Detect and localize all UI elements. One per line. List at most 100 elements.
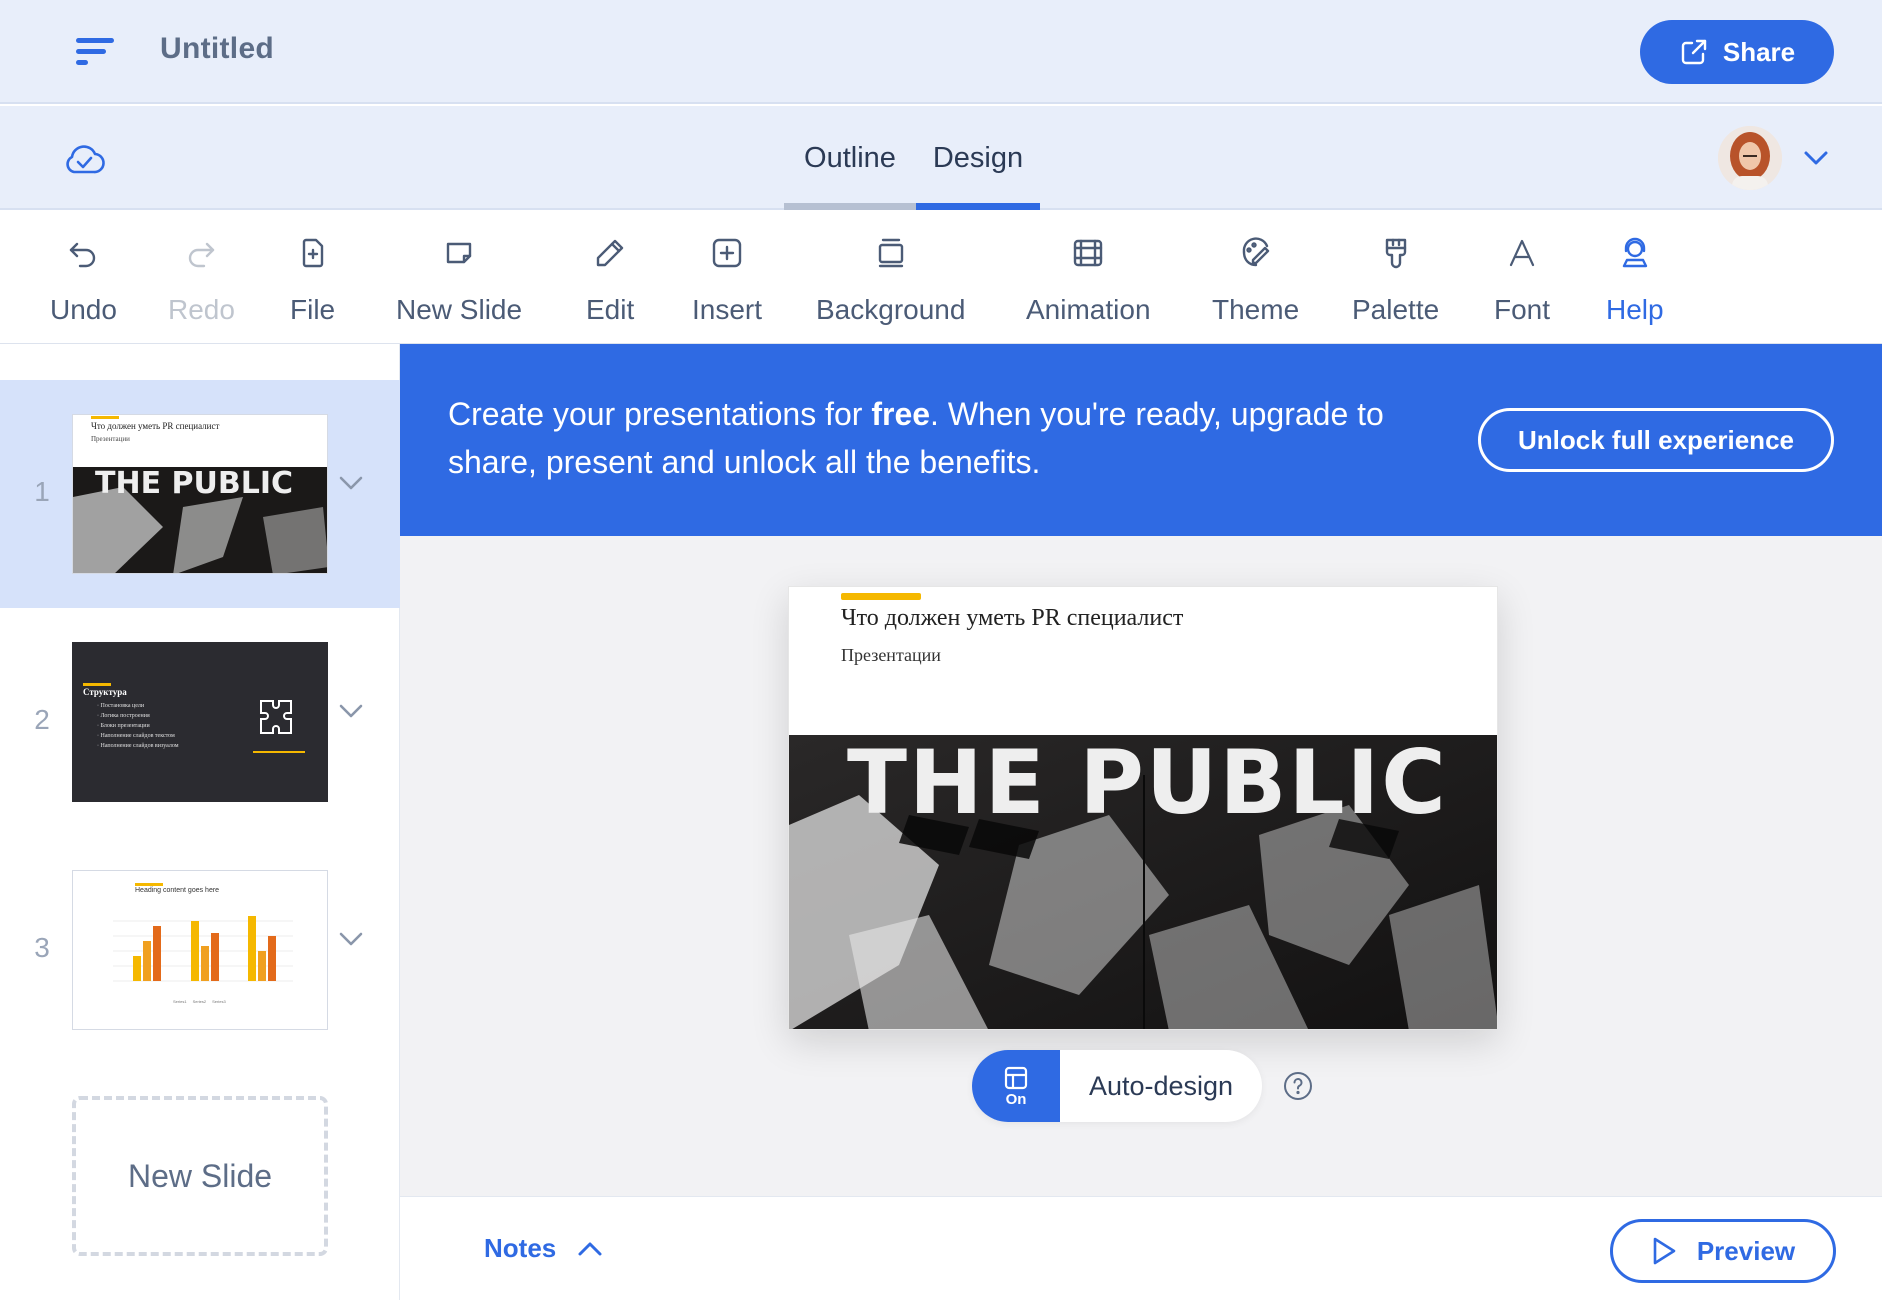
animation-label: Animation — [1026, 294, 1151, 325]
thumb-heading: Heading content goes here — [135, 887, 220, 894]
cloud-saved-icon — [66, 145, 105, 174]
file-icon — [302, 238, 323, 268]
external-link-icon — [1681, 39, 1707, 65]
menu-icon[interactable] — [74, 34, 118, 68]
chevron-down-icon[interactable] — [1802, 146, 1830, 170]
share-label: Share — [1722, 36, 1796, 67]
pencil-icon — [596, 239, 624, 267]
top-bar: Untitled Share — [0, 0, 1882, 104]
redo-icon — [189, 242, 215, 268]
animation-button[interactable]: Animation — [1026, 236, 1151, 326]
chevron-down-icon[interactable] — [336, 472, 366, 494]
thumb-heading: Структура — [83, 687, 127, 697]
thumb-title: Что должен уметь PR специалист — [91, 421, 220, 431]
slide-photo[interactable]: THE PUBLIC — [789, 735, 1498, 1030]
slide-subtitle[interactable]: Презентации — [841, 645, 941, 666]
thumb-bullet: · Логика построения — [97, 713, 150, 719]
puzzle-icon — [260, 700, 292, 734]
upgrade-banner: Create your presentations for free. When… — [400, 344, 1882, 536]
banner-message: Create your presentations for free. When… — [448, 396, 1384, 480]
new-slide-label: New Slide — [396, 294, 523, 325]
notes-button[interactable]: Notes — [484, 1233, 604, 1264]
toolbar: Undo Redo File New Slide Edit Insert Bac… — [0, 212, 1882, 344]
title-accent — [841, 593, 921, 600]
slide-sidebar: 1 Что должен уметь PR специалист Презент… — [0, 344, 400, 1300]
help-label: Help — [1606, 294, 1664, 325]
photo-text: THE PUBLIC — [847, 735, 1448, 834]
palette-label: Palette — [1352, 294, 1440, 325]
auto-design-toggle[interactable]: On Auto-design — [972, 1050, 1262, 1122]
file-button[interactable]: File — [290, 236, 335, 326]
slide-canvas: Что должен уметь PR специалист Презентац… — [400, 536, 1882, 1196]
redo-button[interactable]: Redo — [168, 236, 235, 326]
palette-icon — [1385, 238, 1406, 269]
slide-number: 1 — [34, 476, 50, 507]
slide-thumbnail-3[interactable]: 3 Heading content goes here Series1 Serie… — [0, 836, 400, 1064]
tab-outline[interactable]: Outline — [784, 106, 916, 210]
document-title[interactable]: Untitled — [160, 32, 274, 66]
chevron-down-icon[interactable] — [336, 700, 366, 722]
theme-button[interactable]: Theme — [1212, 236, 1299, 326]
new-slide-icon — [446, 242, 472, 264]
avatar[interactable] — [1718, 126, 1782, 190]
help-icon — [1622, 237, 1647, 268]
share-button[interactable]: Share — [1640, 20, 1834, 84]
thumb-bullet: · Наполнение слайдов текстом — [97, 733, 175, 739]
insert-button[interactable]: Insert — [692, 236, 762, 326]
slide-thumbnail-2[interactable]: 2 Структура · Постановка цели · Логика п… — [0, 608, 400, 836]
preview-label: Preview — [1696, 1235, 1796, 1266]
thumb-legend: Series1 Series2 Series3 — [173, 999, 226, 1004]
undo-button[interactable]: Undo — [50, 236, 117, 326]
animation-icon — [1074, 239, 1103, 267]
auto-design-label: Auto-design — [1088, 1070, 1234, 1101]
tab-design[interactable]: Design — [916, 106, 1040, 210]
new-slide-button[interactable]: New Slide — [396, 236, 522, 326]
question-icon[interactable] — [1282, 1070, 1314, 1102]
thumb-bullet: · Блоки презентации — [97, 723, 150, 729]
edit-label: Edit — [586, 294, 635, 325]
font-button[interactable]: Font — [1494, 236, 1550, 326]
help-button[interactable]: Help — [1606, 236, 1664, 326]
theme-icon — [1242, 237, 1269, 267]
redo-label: Redo — [168, 294, 235, 325]
slide-preview: Heading content goes here Series1 Series2… — [72, 870, 328, 1030]
layout-icon — [1004, 1066, 1028, 1089]
avatar-image — [1718, 126, 1782, 190]
slide-preview: Структура · Постановка цели · Логика пос… — [72, 642, 328, 802]
font-label: Font — [1494, 294, 1551, 325]
tab-outline-label: Outline — [804, 141, 896, 174]
notes-label: Notes — [484, 1233, 557, 1263]
background-button[interactable]: Background — [816, 236, 965, 326]
play-icon — [1653, 1237, 1676, 1265]
view-tabs: Outline Design — [784, 106, 1040, 210]
edit-button[interactable]: Edit — [586, 236, 634, 326]
add-slide-button[interactable]: New Slide — [72, 1096, 328, 1256]
slide-number: 3 — [34, 932, 50, 963]
insert-label: Insert — [692, 294, 763, 325]
thumb-bullet: · Постановка цели — [97, 703, 145, 709]
font-icon — [1509, 239, 1535, 267]
bottom-bar: Notes Preview — [400, 1196, 1882, 1300]
slide-thumbnail-1[interactable]: 1 Что должен уметь PR специалист Презент… — [0, 380, 400, 608]
current-slide[interactable]: Что должен уметь PR специалист Презентац… — [788, 586, 1498, 1030]
auto-design-state: On — [1005, 1090, 1027, 1108]
preview-button[interactable]: Preview — [1610, 1219, 1836, 1283]
background-icon — [878, 238, 903, 268]
thumb-photo-text: THE PUBLIC — [95, 467, 293, 501]
thumb-photo: THE PUBLIC — [73, 467, 327, 573]
file-label: File — [290, 294, 336, 325]
auto-design-switch[interactable]: On — [972, 1050, 1060, 1122]
palette-button[interactable]: Palette — [1352, 236, 1439, 326]
add-slide-label: New Slide — [127, 1157, 273, 1194]
slide-title[interactable]: Что должен уметь PR специалист — [841, 605, 1183, 632]
view-bar: Outline Design — [0, 106, 1882, 210]
chevron-down-icon[interactable] — [336, 928, 366, 950]
thumb-subtitle: Презентации — [91, 435, 130, 443]
thumb-chart — [113, 916, 293, 982]
thumb-bullet: · Наполнение слайдов визуалом — [97, 743, 179, 749]
chevron-up-icon — [578, 1242, 602, 1255]
undo-label: Undo — [50, 294, 117, 325]
slide-number: 2 — [34, 704, 50, 735]
unlock-button[interactable]: Unlock full experience — [1478, 408, 1834, 472]
undo-icon — [70, 242, 96, 268]
